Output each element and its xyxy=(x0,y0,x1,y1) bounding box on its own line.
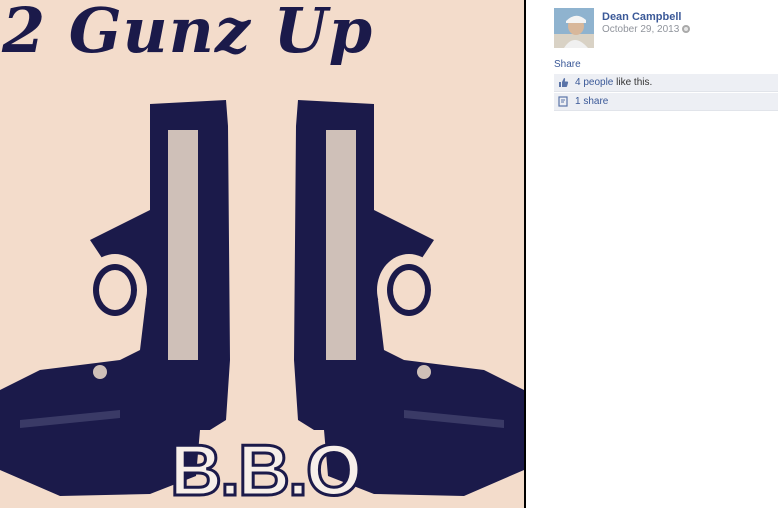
likes-link[interactable]: 4 people xyxy=(575,77,613,88)
likes-suffix: like this. xyxy=(613,77,653,88)
post-header: Dean Campbell October 29, 2013 xyxy=(554,8,778,50)
avatar-image xyxy=(554,8,594,48)
avatar[interactable] xyxy=(554,8,594,48)
shares-link[interactable]: 1 share xyxy=(575,93,608,110)
thumbs-up-icon xyxy=(559,78,569,87)
photo-footer-text: B.B.O xyxy=(169,430,364,508)
likes-sentence: 4 people like this. xyxy=(575,74,652,91)
globe-icon[interactable] xyxy=(682,25,691,33)
share-icon xyxy=(558,96,568,107)
photo-stage: 2 Gunz Up B.B.O xyxy=(0,0,526,508)
post-date: October 29, 2013 xyxy=(602,24,691,35)
shares-row: 1 share xyxy=(554,93,778,111)
post-date-text[interactable]: October 29, 2013 xyxy=(602,24,679,35)
author-name[interactable]: Dean Campbell xyxy=(602,11,681,23)
photo[interactable]: 2 Gunz Up B.B.O xyxy=(0,0,524,508)
share-link[interactable]: Share xyxy=(554,59,581,70)
likes-row: 4 people like this. xyxy=(554,74,778,92)
